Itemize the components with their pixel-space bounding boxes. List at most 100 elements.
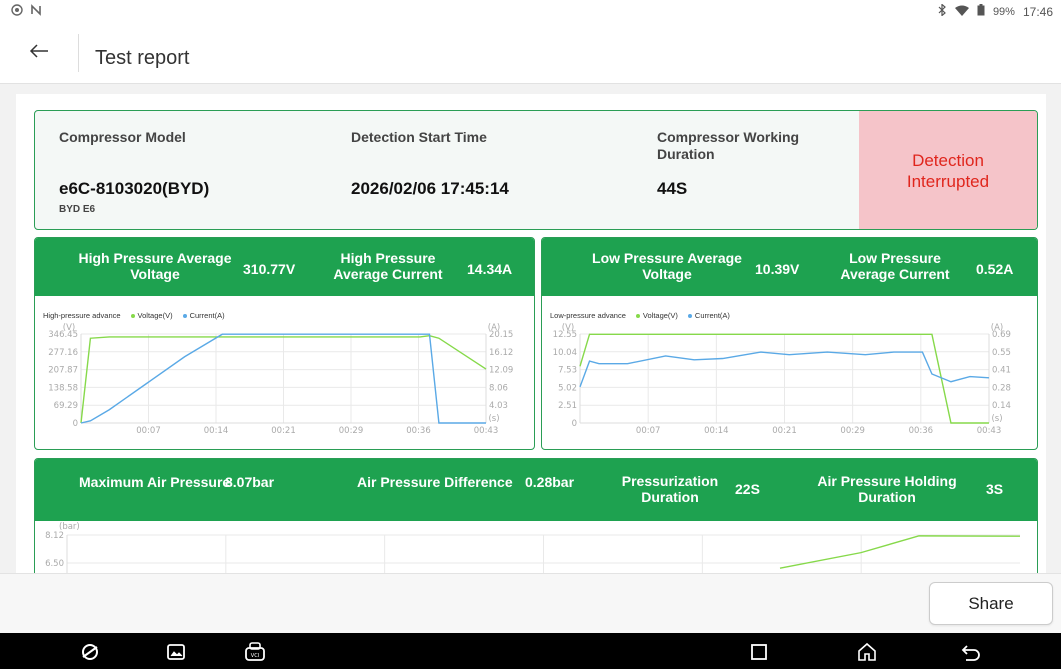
pressurization-label: Pressurization Duration (621, 473, 719, 505)
y-tick-right: 0.55 (992, 348, 1011, 358)
report-card: Compressor Model e6C-8103020(BYD) BYD E6… (16, 94, 1046, 573)
holding-value: 3S (986, 481, 1004, 497)
y-tick-right: 4.03 (489, 401, 508, 411)
detection-status-badge: Detection Interrupted (859, 111, 1037, 229)
arrow-left-icon (29, 43, 49, 63)
y-tick-right: 16.12 (489, 348, 513, 358)
y-tick-left: 0 (73, 419, 78, 429)
svg-text:VCI: VCI (251, 653, 259, 659)
detection-status-text: Detection Interrupted (906, 151, 990, 191)
x-tick: 00:07 (136, 426, 161, 436)
lp-avg-current-value: 0.52A (976, 261, 1014, 277)
y-unit-right: (A) (991, 323, 1003, 333)
compressor-model-label: Compressor Model (59, 129, 186, 145)
wifi-icon (954, 5, 969, 19)
y-tick-left: 2.51 (558, 401, 577, 411)
compressor-model-value: e6C-8103020(BYD) (59, 179, 210, 198)
x-tick: 00:14 (704, 426, 729, 436)
compressor-info: Compressor Model e6C-8103020(BYD) BYD E6… (34, 110, 1038, 230)
y-tick-right: 12.09 (489, 366, 513, 376)
low-pressure-header: Low Pressure Average Voltage 10.39V Low … (542, 238, 1037, 296)
max-pressure-label: Maximum Air Pressure (79, 474, 231, 490)
x-tick: 00:21 (271, 426, 296, 436)
hp-legend-current: Current(A) (182, 311, 225, 320)
footer-bar: Share (0, 573, 1061, 633)
lp-legend-voltage: Voltage(V) (635, 311, 678, 320)
notification-icon (30, 4, 42, 19)
low-pressure-chart: 12.5510.047.535.022.5100.690.550.410.280… (553, 323, 1011, 436)
y-tick-left: 277.16 (48, 348, 78, 358)
x-tick: 00:43 (474, 426, 499, 436)
lp-avg-current-label: Low Pressure Average Current (840, 250, 950, 282)
max-pressure-value: 8.07bar (225, 474, 275, 490)
high-pressure-header: High Pressure Average Voltage 310.77V Hi… (35, 238, 534, 296)
start-time-value: 2026/02/06 17:45:14 (351, 179, 509, 198)
x-tick: 00:07 (636, 426, 661, 436)
air-y-tick: 8.12 (45, 531, 64, 541)
hp-avg-current-value: 14.34A (467, 261, 513, 277)
low-pressure-panel: Low Pressure Average Voltage 10.39V Low … (541, 237, 1038, 450)
vci-icon[interactable]: VCI (244, 641, 266, 663)
lp-avg-voltage-label: Low Pressure Average Voltage (592, 250, 742, 282)
hp-avg-voltage-value: 310.77V (243, 261, 296, 277)
lp-legend-title: Low-pressure advance (550, 311, 626, 320)
x-tick: 00:14 (204, 426, 229, 436)
hp-legend-title: High-pressure advance (43, 311, 121, 320)
header-divider (78, 34, 79, 72)
share-button[interactable]: Share (929, 582, 1053, 625)
x-unit: (s) (991, 414, 1002, 424)
system-nav-bar: VCI (0, 633, 1061, 669)
lp-chart-legend: Low-pressure advance Voltage(V) Current(… (550, 311, 730, 320)
browser-icon[interactable] (79, 641, 101, 663)
y-tick-left: 138.58 (48, 383, 78, 393)
y-tick-left: 0 (572, 419, 577, 429)
y-tick-left: 207.87 (48, 366, 78, 376)
y-tick-left: 5.02 (558, 383, 577, 393)
recents-icon[interactable] (748, 641, 770, 663)
hp-avg-current-label: High Pressure Average Current (333, 250, 443, 282)
x-tick: 00:43 (977, 426, 1002, 436)
pressurization-value: 22S (735, 481, 760, 497)
lp-legend-current: Current(A) (687, 311, 730, 320)
hp-legend-voltage: Voltage(V) (130, 311, 173, 320)
air-y-tick: 6.50 (45, 559, 64, 569)
page-title: Test report (95, 47, 190, 69)
duration-value: 44S (657, 179, 688, 198)
y-tick-left: 10.04 (553, 348, 577, 358)
hp-avg-voltage-label: High Pressure Average Voltage (78, 250, 232, 282)
y-tick-right: 0.14 (992, 401, 1011, 411)
air-pressure-panel: Maximum Air Pressure 8.07bar Air Pressur… (34, 458, 1038, 573)
app-bar: Test report (0, 22, 1061, 84)
back-nav-icon[interactable] (960, 641, 982, 663)
lp-avg-voltage-value: 10.39V (755, 261, 800, 277)
battery-icon (977, 4, 985, 19)
y-tick-left: 7.53 (558, 366, 577, 376)
gallery-icon[interactable] (165, 641, 187, 663)
back-button[interactable] (14, 36, 64, 70)
home-icon[interactable] (856, 641, 878, 663)
x-tick: 00:29 (840, 426, 865, 436)
air-pressure-header: Maximum Air Pressure 8.07bar Air Pressur… (35, 459, 1037, 521)
hp-chart-legend: High-pressure advance Voltage(V) Current… (43, 311, 225, 320)
high-pressure-panel: High Pressure Average Voltage 310.77V Hi… (34, 237, 535, 450)
y-unit-right: (A) (488, 323, 500, 333)
x-tick: 00:36 (406, 426, 431, 436)
battery-percent: 99% (992, 5, 1015, 18)
y-tick-right: 8.06 (489, 383, 508, 393)
x-tick: 00:29 (339, 426, 364, 436)
pressure-difference-label: Air Pressure Difference (357, 474, 513, 490)
x-tick: 00:21 (772, 426, 797, 436)
high-pressure-chart: 346.45277.16207.87138.5869.29020.1516.12… (48, 323, 513, 436)
report-content[interactable]: Compressor Model e6C-8103020(BYD) BYD E6… (0, 84, 1061, 573)
y-tick-right: 0.28 (992, 383, 1011, 393)
y-tick-right: 0.41 (992, 366, 1011, 376)
x-tick: 00:36 (909, 426, 934, 436)
app-icon (10, 4, 24, 19)
x-unit: (s) (488, 414, 499, 424)
holding-label: Air Pressure Holding Duration (817, 473, 957, 505)
y-unit-left: (V) (562, 323, 574, 333)
pressure-difference-value: 0.28bar (525, 474, 575, 490)
bluetooth-icon (938, 3, 947, 19)
clock: 17:46 (1022, 4, 1053, 19)
status-bar: 99% 17:46 (0, 0, 1061, 22)
